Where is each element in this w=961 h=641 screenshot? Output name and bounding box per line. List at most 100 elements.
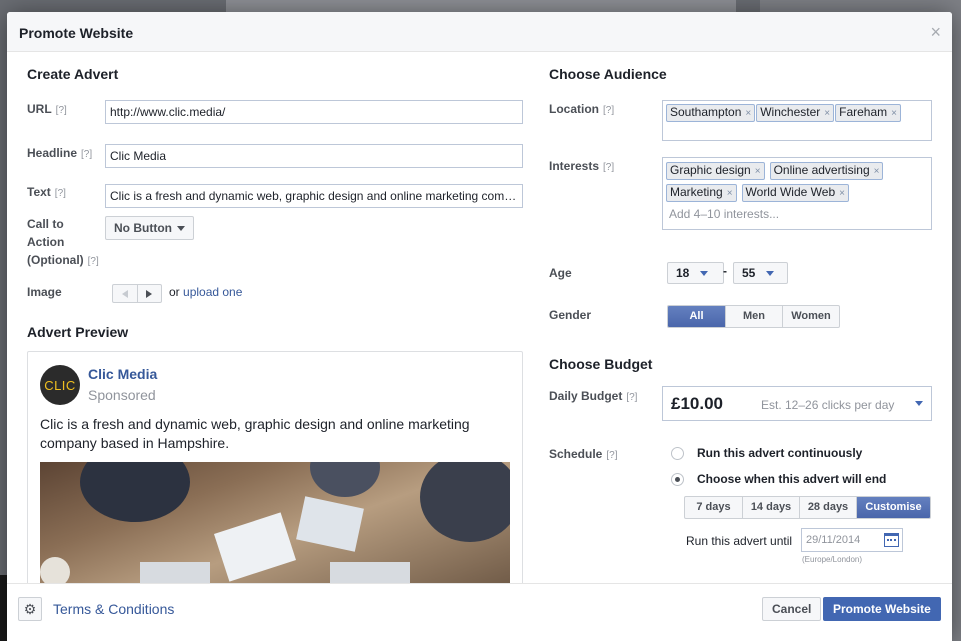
- preview-sponsored-label: Sponsored: [88, 387, 156, 403]
- schedule-continuous-label: Run this advert continuously: [697, 446, 863, 460]
- choose-audience-title: Choose Audience: [549, 66, 667, 82]
- schedule-end-date-option[interactable]: Choose when this advert will end: [671, 472, 886, 486]
- interests-input[interactable]: Graphic design × Online advertising × Marke…: [662, 157, 932, 230]
- schedule-end-date-label: Choose when this advert will end: [697, 472, 887, 486]
- upload-image-link[interactable]: upload one: [183, 285, 242, 299]
- chevron-down-icon: [176, 226, 185, 232]
- location-label: Location [?]: [549, 100, 614, 120]
- age-max-select[interactable]: 55: [733, 262, 788, 284]
- budget-estimate: Est. 12–26 clicks per day: [761, 398, 895, 412]
- image-or-text: or: [169, 285, 180, 299]
- duration-28-days-button[interactable]: 28 days: [799, 497, 856, 518]
- location-tag-label: Fareham: [839, 105, 888, 119]
- headline-input[interactable]: Clic Media: [105, 144, 523, 168]
- gender-men-button[interactable]: Men: [725, 306, 782, 327]
- image-pager: [112, 284, 162, 303]
- daily-budget-label-text: Daily Budget: [549, 389, 623, 403]
- run-until-label: Run this advert until: [686, 534, 793, 548]
- calendar-icon[interactable]: [884, 533, 899, 547]
- promote-website-button[interactable]: Promote Website: [823, 597, 941, 621]
- duration-7-days-button[interactable]: 7 days: [685, 497, 742, 518]
- interest-tag-label: Marketing: [670, 185, 723, 199]
- chevron-down-icon: [915, 401, 923, 406]
- cta-label-line-1: Call to: [27, 217, 64, 231]
- help-icon[interactable]: [?]: [81, 149, 92, 160]
- text-label-text: Text: [27, 185, 51, 199]
- remove-tag-icon[interactable]: ×: [839, 188, 845, 199]
- arrow-left-icon: [121, 289, 128, 298]
- schedule-continuous-option[interactable]: Run this advert continuously: [671, 446, 862, 460]
- help-icon[interactable]: [?]: [56, 105, 67, 116]
- interest-tag: Marketing ×: [666, 184, 737, 202]
- choose-budget-title: Choose Budget: [549, 356, 653, 372]
- url-label: URL [?]: [27, 100, 67, 120]
- end-date-input[interactable]: 29/11/2014: [801, 528, 903, 552]
- promote-website-dialog: Promote Website × Create Advert URL [?] h…: [7, 12, 952, 641]
- close-icon[interactable]: ×: [930, 23, 941, 41]
- end-date-value: 29/11/2014: [806, 534, 861, 546]
- image-paper-shape: [296, 496, 364, 552]
- help-icon[interactable]: [?]: [603, 105, 614, 116]
- image-paper-shape: [213, 512, 297, 582]
- text-input[interactable]: Clic is a fresh and dynamic web, graphic…: [105, 184, 523, 208]
- help-icon[interactable]: [?]: [55, 188, 66, 199]
- advert-preview-title: Advert Preview: [27, 324, 129, 340]
- remove-tag-icon[interactable]: ×: [727, 188, 733, 199]
- chevron-down-icon: [700, 271, 709, 277]
- remove-tag-icon[interactable]: ×: [874, 166, 880, 177]
- daily-budget-select[interactable]: £10.00 Est. 12–26 clicks per day: [662, 386, 932, 421]
- cta-select-value: No Button: [114, 221, 172, 235]
- location-tag: Fareham ×: [835, 104, 901, 122]
- image-keyboard-shape: [140, 562, 210, 583]
- image-person-shape: [420, 462, 510, 542]
- duration-customise-button[interactable]: Customise: [856, 497, 930, 518]
- remove-tag-icon[interactable]: ×: [824, 108, 830, 119]
- next-image-button[interactable]: [138, 285, 162, 302]
- help-icon[interactable]: [?]: [603, 162, 614, 173]
- radio-button[interactable]: [671, 472, 684, 486]
- radio-button[interactable]: [671, 446, 684, 460]
- help-icon[interactable]: [?]: [606, 450, 617, 461]
- help-icon[interactable]: [?]: [88, 256, 99, 267]
- url-input[interactable]: http://www.clic.media/: [105, 100, 523, 124]
- image-keyboard-shape: [330, 562, 410, 583]
- interest-tag-label: World Wide Web: [745, 185, 836, 199]
- dialog-footer: ⚙ Terms & Conditions Cancel Promote Webs…: [7, 583, 952, 641]
- cta-label-line-2: Action: [27, 235, 65, 249]
- avatar: CLIC: [40, 365, 80, 405]
- gender-women-button[interactable]: Women: [782, 306, 839, 327]
- duration-14-days-button[interactable]: 14 days: [742, 497, 799, 518]
- image-person-shape: [80, 462, 190, 522]
- interest-tag: Online advertising ×: [769, 162, 884, 180]
- budget-amount: £10.00: [671, 394, 723, 413]
- interests-label-text: Interests: [549, 159, 600, 173]
- settings-button[interactable]: ⚙: [18, 597, 42, 621]
- duration-selector: 7 days 14 days 28 days Customise: [684, 496, 931, 519]
- help-icon[interactable]: [?]: [626, 392, 637, 403]
- remove-tag-icon[interactable]: ×: [891, 108, 897, 119]
- location-input[interactable]: Southampton × Winchester × Fareham ×: [662, 100, 932, 141]
- image-label: Image: [27, 285, 62, 299]
- gender-all-button[interactable]: All: [668, 306, 725, 327]
- terms-link[interactable]: Terms & Conditions: [53, 601, 174, 617]
- age-min-select[interactable]: 18: [667, 262, 724, 284]
- interest-tag: Graphic design ×: [666, 162, 765, 180]
- remove-tag-icon[interactable]: ×: [755, 166, 761, 177]
- image-person-shape: [310, 462, 380, 497]
- timezone-label: (Europe/London): [802, 555, 863, 564]
- call-to-action-select[interactable]: No Button: [105, 216, 194, 240]
- arrow-right-icon: [146, 289, 153, 298]
- interest-tag-label: Online advertising: [773, 163, 870, 177]
- cancel-button[interactable]: Cancel: [762, 597, 822, 621]
- previous-image-button[interactable]: [113, 285, 138, 302]
- headline-label-text: Headline: [27, 146, 78, 160]
- advert-preview-card: CLIC Clic Media Sponsored Clic is a fres…: [27, 351, 523, 583]
- text-label: Text [?]: [27, 183, 66, 203]
- remove-tag-icon[interactable]: ×: [745, 108, 751, 119]
- gender-label: Gender: [549, 308, 592, 322]
- create-advert-title: Create Advert: [27, 66, 119, 82]
- preview-image: [40, 462, 510, 583]
- preview-body-text: Clic is a fresh and dynamic web, graphic…: [40, 416, 470, 451]
- interests-label: Interests [?]: [549, 157, 614, 177]
- dialog-header: Promote Website ×: [7, 12, 952, 52]
